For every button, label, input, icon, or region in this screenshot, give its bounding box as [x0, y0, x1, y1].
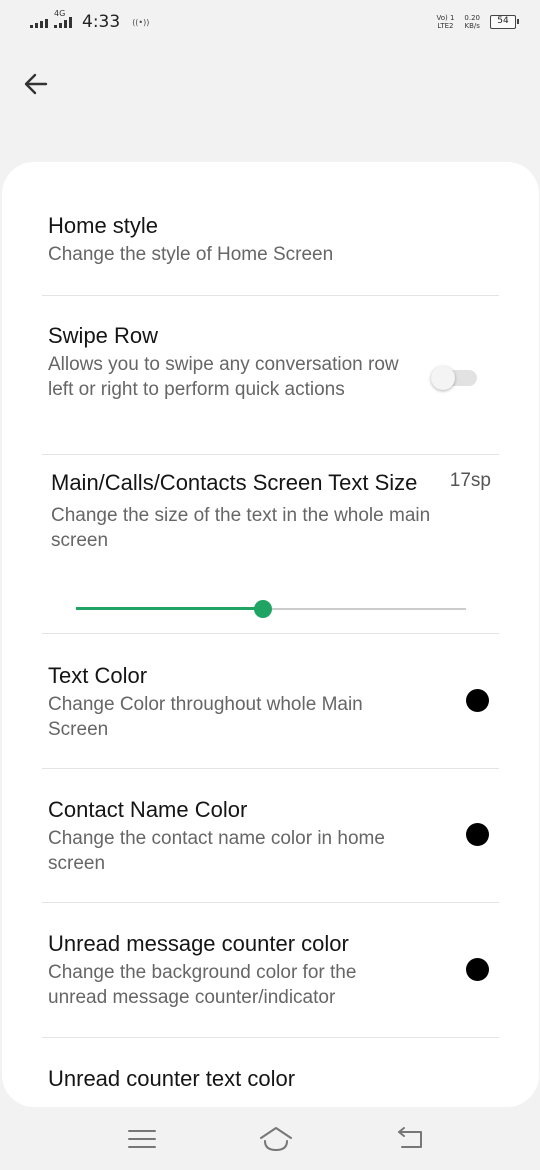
setting-title: Main/Calls/Contacts Screen Text Size: [51, 470, 418, 495]
toggle-thumb: [431, 366, 455, 390]
setting-unread-counter-color[interactable]: Unread message counter color Change the …: [42, 903, 499, 1038]
status-right: Vo) 1 LTE2 0.20 KB/s 54: [436, 14, 519, 30]
setting-description: Change the background color for the unre…: [48, 962, 357, 1008]
volte-indicator: Vo) 1 LTE2: [436, 14, 454, 30]
setting-swipe-row[interactable]: Swipe Row Allows you to swipe any conver…: [42, 296, 499, 455]
text-size-value: 17sp: [449, 470, 491, 491]
menu-icon: [128, 1130, 156, 1148]
status-left: 4G 4:33 ((•)): [30, 9, 150, 32]
setting-title: Unread counter text color: [48, 1066, 296, 1091]
network-type: 4G: [54, 9, 66, 18]
network-signal: 4G: [54, 9, 72, 28]
hotspot-icon: ((•)): [132, 17, 150, 27]
setting-text-color[interactable]: Text Color Change Color throughout whole…: [42, 634, 499, 769]
setting-description: Change the size of the text in the whole…: [51, 505, 431, 551]
arrow-left-icon: [24, 73, 48, 95]
signal-icon: [30, 16, 48, 28]
network-speed: 0.20 KB/s: [464, 14, 480, 30]
navigation-bar: [0, 1108, 540, 1170]
volte-top: Vo) 1: [436, 14, 455, 22]
return-icon: [398, 1127, 422, 1148]
speed-unit: KB/s: [464, 22, 480, 30]
text-size-slider[interactable]: [76, 598, 466, 622]
return-button[interactable]: [390, 1119, 430, 1159]
speed-value: 0.20: [464, 14, 480, 22]
setting-contact-name-color[interactable]: Contact Name Color Change the contact na…: [42, 769, 499, 903]
volte-bottom: LTE2: [437, 22, 454, 30]
setting-home-style[interactable]: Home style Change the style of Home Scre…: [42, 212, 499, 296]
setting-text-size: Main/Calls/Contacts Screen Text Size Cha…: [42, 455, 499, 634]
setting-description: Allows you to swipe any conversation row…: [48, 354, 399, 400]
setting-description: Change the contact name color in home sc…: [48, 828, 385, 874]
home-button[interactable]: [256, 1119, 296, 1159]
setting-description: Change Color throughout whole Main Scree…: [48, 694, 363, 740]
setting-title: Swipe Row: [48, 323, 159, 348]
setting-unread-counter-text-color[interactable]: Unread counter text color: [42, 1038, 499, 1107]
settings-card: Home style Change the style of Home Scre…: [2, 162, 539, 1107]
color-swatch[interactable]: [466, 823, 489, 846]
status-bar: 4G 4:33 ((•)) Vo) 1 LTE2 0.20 KB/s 54: [0, 0, 540, 44]
color-swatch[interactable]: [466, 689, 489, 712]
color-swatch[interactable]: [466, 958, 489, 981]
setting-description: Change the style of Home Screen: [48, 244, 334, 265]
setting-title: Contact Name Color: [48, 797, 248, 822]
setting-title: Text Color: [48, 663, 148, 688]
slider-fill: [76, 607, 264, 610]
setting-title: Unread message counter color: [48, 931, 349, 956]
back-button[interactable]: [18, 66, 54, 102]
battery-icon: 54: [490, 15, 519, 29]
menu-button[interactable]: [122, 1119, 162, 1159]
clock: 4:33: [82, 12, 121, 32]
swipe-row-toggle[interactable]: [431, 366, 477, 390]
slider-knob[interactable]: [254, 600, 273, 618]
setting-title: Home style: [48, 213, 159, 238]
home-icon: [260, 1127, 292, 1151]
